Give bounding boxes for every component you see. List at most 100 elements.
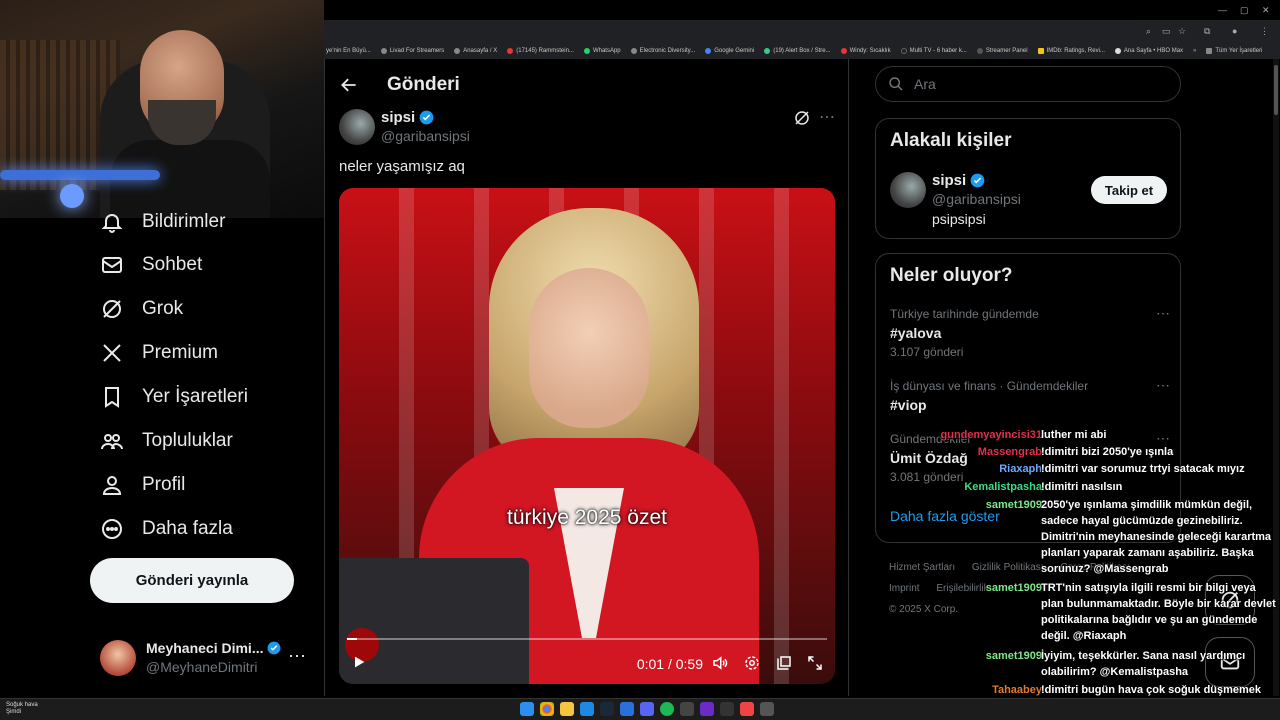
nav-item-premium[interactable]: Premium xyxy=(100,333,218,373)
chat-text: İyiyim, teşekkürler. Sana nasıl yardımcı… xyxy=(1041,650,1246,678)
related-avatar[interactable] xyxy=(890,172,926,208)
more-horizontal-icon[interactable]: ⋯ xyxy=(288,646,306,667)
grok-icon xyxy=(103,300,121,318)
fullscreen-icon[interactable] xyxy=(806,654,824,672)
bookmark-icon xyxy=(105,387,119,408)
chat-text: TRT'nin satışıyla ilgili resmi bir bilgi… xyxy=(1041,582,1276,642)
chrome-icon[interactable] xyxy=(540,702,554,716)
person-icon xyxy=(102,476,122,495)
nav-label: Grok xyxy=(142,298,184,319)
post-detail-column: Gönderi sipsi @garibansipsi ⋯ neler yaşa… xyxy=(324,59,849,696)
maximize-icon[interactable]: ▢ xyxy=(1240,5,1249,16)
app-icon[interactable] xyxy=(620,702,634,716)
follow-button[interactable]: Takip et xyxy=(1091,176,1167,204)
app-icon[interactable] xyxy=(680,702,694,716)
zoom-icon[interactable]: ⌕ xyxy=(1146,26,1151,37)
video-player[interactable]: türkiye 2025 özet 0:01 / 0:59 xyxy=(339,188,835,684)
cast-icon[interactable]: ▭ xyxy=(1162,26,1171,37)
video-progress-bar[interactable] xyxy=(347,638,827,640)
all-bookmarks[interactable]: Tüm Yer İşaretleri xyxy=(1206,47,1262,54)
bookmark-item[interactable]: Ana Sayfa • HBO Max xyxy=(1114,47,1183,54)
nav-item-notifications[interactable]: Bildirimler xyxy=(100,202,225,242)
bookmark-item[interactable]: Livad For Streamers xyxy=(380,47,444,54)
back-arrow-icon[interactable] xyxy=(339,75,359,95)
settings-icon[interactable] xyxy=(743,654,761,672)
author-handle[interactable]: @garibansipsi xyxy=(381,128,470,144)
bookmark-item[interactable]: IMDb: Ratings, Revi... xyxy=(1037,47,1105,54)
app-icon[interactable] xyxy=(740,702,754,716)
volume-icon[interactable] xyxy=(711,654,729,672)
more-horizontal-icon[interactable]: ⋯ xyxy=(819,107,835,127)
app-icon[interactable] xyxy=(700,702,714,716)
more-horizontal-icon[interactable]: ⋯ xyxy=(1156,305,1170,322)
play-icon[interactable] xyxy=(351,654,367,670)
author-name-text: sipsi xyxy=(381,109,416,126)
nav-label: Topluluklar xyxy=(142,430,233,451)
chat-user: samet1909 xyxy=(985,582,1042,594)
windows-start-icon[interactable] xyxy=(520,702,534,716)
discord-icon[interactable] xyxy=(640,702,654,716)
spotify-icon[interactable] xyxy=(660,702,674,716)
profile-icon[interactable]: ● xyxy=(1232,26,1237,36)
bookmark-item[interactable]: Anasayfa / X xyxy=(454,47,497,54)
bookmark-item[interactable]: ye'nin En Büyü... xyxy=(326,48,371,54)
weather-sub: Şimdi xyxy=(6,709,22,715)
account-switcher[interactable]: Meyhaneci Dimi... @MeyhaneDimitri ⋯ xyxy=(100,636,320,686)
bookmark-item[interactable]: Multi TV - 6 haber k... xyxy=(900,47,967,54)
steam-icon[interactable] xyxy=(600,702,614,716)
trend-item[interactable]: İş dünyası ve finans · Gündemdekiler #vi… xyxy=(890,377,1170,413)
chat-user: gundemyayincisi31 xyxy=(940,429,1043,441)
minimize-icon[interactable]: — xyxy=(1218,5,1227,15)
video-caption: türkiye 2025 özet xyxy=(507,506,667,529)
bookmarks-bar: ye'nin En Büyü... Livad For Streamers An… xyxy=(324,42,1280,59)
nav-item-more[interactable]: Daha fazla xyxy=(100,509,233,549)
search-icon xyxy=(889,77,903,91)
nav-item-grok[interactable]: Grok xyxy=(100,289,183,329)
bookmark-item[interactable]: (17145) Rammstein... xyxy=(507,47,574,54)
video-duration: 0:59 xyxy=(675,656,703,672)
picture-in-picture-icon[interactable] xyxy=(775,654,793,672)
nav-item-profile[interactable]: Profil xyxy=(100,465,185,505)
bookmark-item[interactable]: WhatsApp xyxy=(583,47,621,54)
more-horizontal-icon[interactable]: ⋯ xyxy=(1156,377,1170,394)
bell-icon xyxy=(101,214,123,233)
card-title: Neler oluyor? xyxy=(890,265,1013,286)
grok-icon[interactable] xyxy=(793,109,811,127)
author-avatar[interactable] xyxy=(339,109,375,145)
folder-icon[interactable] xyxy=(560,702,574,716)
bookmark-item[interactable]: Windy: Sıcaklık xyxy=(840,47,891,54)
verified-badge-icon xyxy=(267,641,281,655)
menu-icon[interactable]: ⋮ xyxy=(1260,26,1269,37)
card-title: Alakalı kişiler xyxy=(890,130,1012,151)
trend-item[interactable]: Türkiye tarihinde gündemde #yalova 3.107… xyxy=(890,305,1170,359)
author-name[interactable]: sipsi xyxy=(381,109,434,126)
related-name-text: sipsi xyxy=(932,172,967,189)
more-bookmarks-icon[interactable]: » xyxy=(1193,48,1196,54)
app-icon[interactable] xyxy=(720,702,734,716)
search-input[interactable]: Ara xyxy=(875,66,1181,102)
browser-addressbar[interactable]: ⌕ ▭ ☆ ⧉ ● ⋮ xyxy=(324,20,1280,42)
nav-item-chat[interactable]: Sohbet xyxy=(100,245,202,285)
app-icon[interactable] xyxy=(760,702,774,716)
footer-link[interactable]: Imprint xyxy=(889,583,920,594)
chat-text: !dimitri nasılsın xyxy=(1041,481,1123,493)
related-name[interactable]: sipsi xyxy=(932,172,985,189)
bookmark-item[interactable]: Electronic Diversity... xyxy=(630,47,695,54)
bookmark-item[interactable]: Google Gemini xyxy=(705,47,754,54)
avatar xyxy=(100,640,136,676)
close-icon[interactable]: ✕ xyxy=(1262,5,1270,16)
weather-widget[interactable]: Soğuk hava Şimdi xyxy=(6,702,38,716)
star-icon[interactable]: ☆ xyxy=(1178,26,1186,37)
related-handle[interactable]: @garibansipsi xyxy=(932,191,1021,207)
bookmark-item[interactable]: Streamer Panel xyxy=(976,47,1028,54)
app-icon[interactable] xyxy=(580,702,594,716)
trend-topic: #viop xyxy=(890,397,927,413)
bookmark-item[interactable]: (19) Alert Box / Stre... xyxy=(764,47,831,54)
post-button[interactable]: Gönderi yayınla xyxy=(90,558,294,603)
verified-badge-icon xyxy=(419,110,434,125)
extensions-icon[interactable]: ⧉ xyxy=(1204,26,1210,37)
post-header: Gönderi xyxy=(339,73,460,97)
nav-item-bookmarks[interactable]: Yer İşaretleri xyxy=(100,377,248,417)
nav-item-communities[interactable]: Topluluklar xyxy=(100,421,233,461)
chat-user: Massengrab xyxy=(977,446,1042,458)
